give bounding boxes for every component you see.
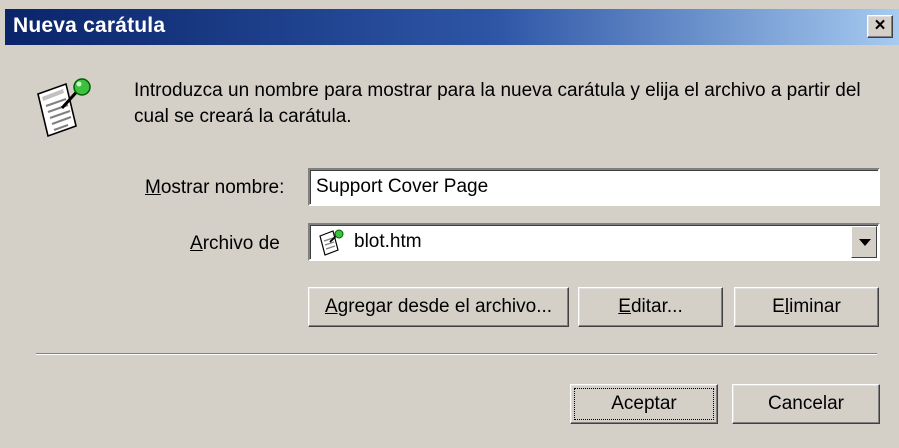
chevron-down-icon	[859, 239, 871, 246]
edit-button[interactable]: Editar...	[578, 287, 723, 327]
dropdown-arrow-button[interactable]	[851, 226, 877, 258]
title-bar[interactable]: Nueva carátula ×	[5, 9, 899, 45]
ok-button[interactable]: Aceptar	[570, 384, 718, 424]
html-document-icon	[319, 229, 344, 256]
window-title: Nueva carátula	[13, 14, 166, 37]
instruction-text: Introduzca un nombre para mostrar para l…	[134, 80, 861, 127]
source-file-combobox[interactable]: blot.htm	[308, 223, 880, 261]
close-button[interactable]: ×	[867, 15, 893, 38]
cancel-button[interactable]: Cancelar	[732, 384, 880, 424]
source-file-label: Archivo de	[190, 233, 280, 254]
add-from-file-button[interactable]: Agregar desde el archivo...	[308, 287, 569, 327]
new-cover-page-dialog: Nueva carátula × Introduzca un nombre pa…	[0, 0, 899, 448]
delete-button[interactable]: Eliminar	[734, 287, 879, 327]
selected-file: blot.htm	[354, 231, 422, 252]
display-name-label: Mostrar nombre:	[145, 177, 285, 198]
separator	[36, 353, 877, 355]
cover-page-document-icon	[37, 78, 91, 138]
display-name-field[interactable]	[308, 168, 880, 206]
display-name-input[interactable]	[310, 170, 878, 204]
